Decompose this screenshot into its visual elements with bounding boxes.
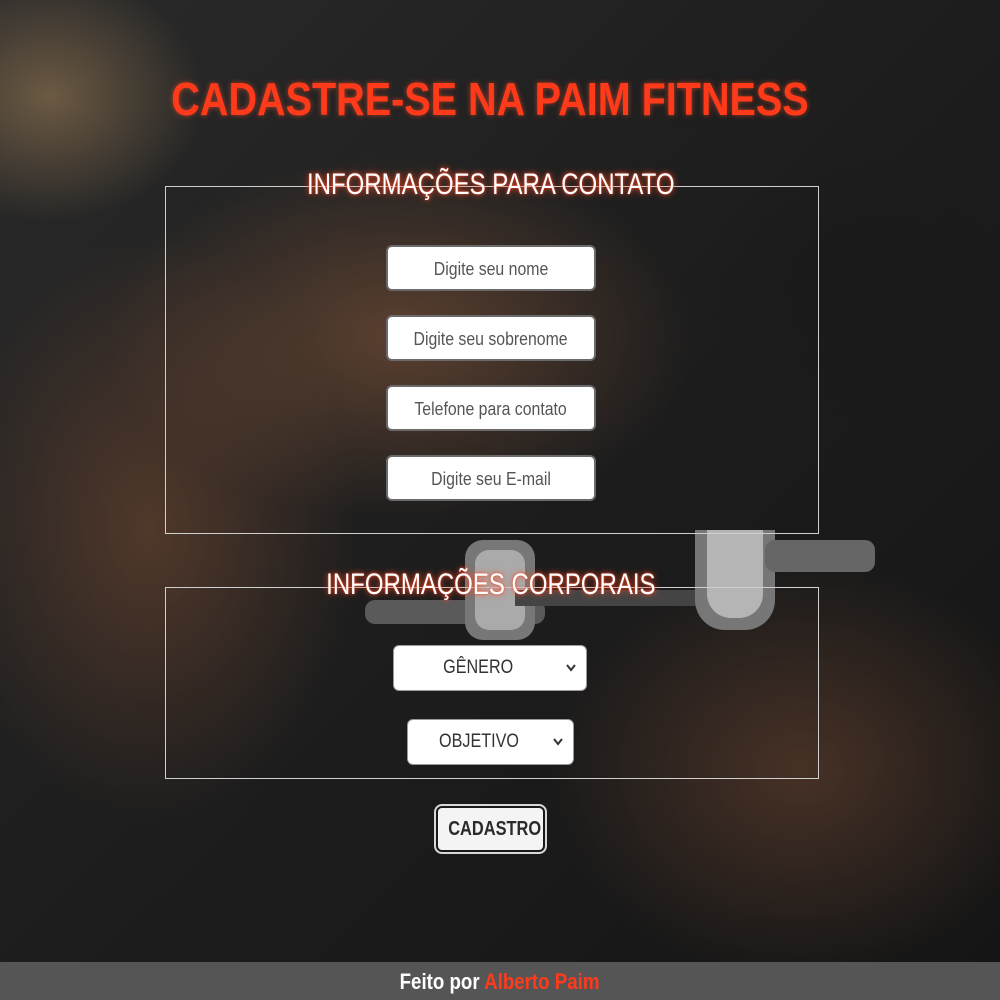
- contact-info-legend-text: INFORMAÇÕES PARA CONTATO: [307, 168, 675, 201]
- contact-info-legend: INFORMAÇÕES PARA CONTATO: [165, 168, 817, 202]
- footer-author: Alberto Paim: [484, 969, 600, 994]
- first-name-input[interactable]: Digite seu nome: [386, 245, 596, 291]
- last-name-input[interactable]: Digite seu sobrenome: [386, 315, 596, 361]
- phone-input[interactable]: Telefone para contato: [386, 385, 596, 431]
- chevron-down-icon: [566, 664, 576, 672]
- body-info-legend-text: INFORMAÇÕES CORPORAIS: [326, 568, 656, 601]
- body-info-legend: INFORMAÇÕES CORPORAIS: [165, 568, 817, 602]
- phone-placeholder: Telefone para contato: [414, 399, 568, 419]
- footer-made-by: Feito por: [400, 969, 481, 994]
- submit-button-label: CADASTRO: [448, 818, 542, 840]
- goal-select[interactable]: OBJETIVO: [407, 719, 574, 765]
- gender-select-value: GÊNERO: [442, 657, 513, 678]
- first-name-placeholder: Digite seu nome: [433, 259, 549, 279]
- chevron-down-icon: [553, 738, 563, 746]
- page-title: CADASTRE-SE NA PAIM FITNESS: [171, 73, 809, 125]
- goal-select-value: OBJETIVO: [438, 731, 519, 752]
- last-name-placeholder: Digite seu sobrenome: [413, 329, 569, 349]
- footer-credit: Feito por Alberto Paim: [400, 962, 600, 1000]
- gender-select[interactable]: GÊNERO: [393, 645, 587, 691]
- email-input[interactable]: Digite seu E-mail: [386, 455, 596, 501]
- submit-button[interactable]: CADASTRO: [436, 806, 545, 852]
- footer: Feito por Alberto Paim: [0, 962, 1000, 1000]
- email-placeholder: Digite seu E-mail: [431, 469, 551, 489]
